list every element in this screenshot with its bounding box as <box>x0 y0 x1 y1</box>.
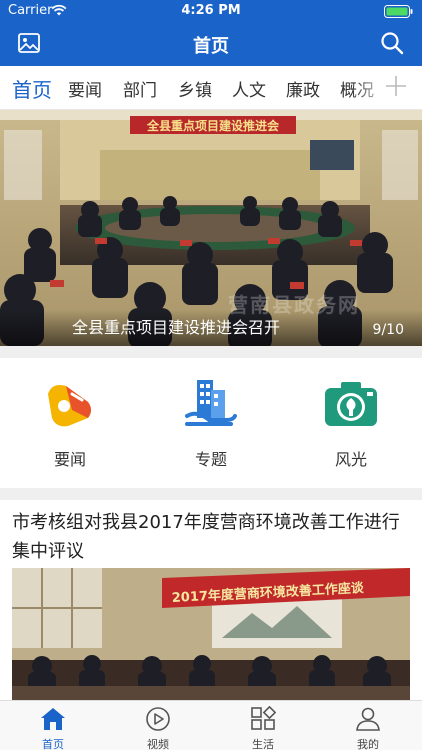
battery-icon <box>384 5 413 18</box>
news-article-card[interactable]: 市考核组对我县2017年度营商环境改善工作进行集中评议 2017年度营商环境改善… <box>0 500 422 700</box>
tabbar-life[interactable]: 生活 <box>223 705 303 750</box>
tab-culture[interactable]: 人文 <box>232 76 266 101</box>
quick-link-topics-label: 专题 <box>194 450 227 469</box>
search-icon[interactable] <box>380 31 404 55</box>
tabbar-video[interactable]: 视频 <box>118 705 198 750</box>
status-time: 4:26 PM <box>181 3 241 18</box>
quick-link-news-label: 要闻 <box>53 450 86 469</box>
quick-links: 要闻 专题 风光 <box>0 358 422 488</box>
article-thumbnail[interactable]: 2017年度营商环境改善工作座谈 <box>12 568 410 700</box>
header: Carrier 4:26 PM 首页 <box>0 0 422 66</box>
tab-integrity[interactable]: 廉政 <box>286 76 320 101</box>
tabbar-life-label: 生活 <box>252 738 274 750</box>
tabbar-home-label: 首页 <box>42 738 64 750</box>
section-divider <box>0 488 422 500</box>
banner-caption: 全县重点项目建设推进会召开 <box>72 318 281 337</box>
tabbar-mine[interactable]: 我的 <box>328 705 408 750</box>
article-headline[interactable]: 市考核组对我县2017年度营商环境改善工作进行集中评议 <box>12 508 414 566</box>
banner-sign-text: 全县重点项目建设推进会 <box>146 118 280 133</box>
banner-counter: 9/10 <box>372 322 404 338</box>
home-icon <box>41 708 65 730</box>
category-tabs: 首页 要闻 部门 乡镇 人文 廉政 概况 <box>0 66 422 110</box>
quick-link-news[interactable]: 要闻 <box>20 376 120 476</box>
quick-link-scenery-label: 风光 <box>334 450 367 469</box>
news-icon <box>48 385 91 427</box>
section-divider <box>0 346 422 358</box>
scenery-camera-icon <box>325 382 377 426</box>
status-bar: Carrier 4:26 PM <box>0 0 422 22</box>
add-channel-icon[interactable] <box>384 74 408 98</box>
page-title: 首页 <box>193 36 229 57</box>
play-icon <box>146 707 170 731</box>
article-photo-text: 2017年度营商环境改善工作座谈 <box>171 580 365 606</box>
quick-link-topics[interactable]: 专题 <box>161 376 261 476</box>
tabbar-home[interactable]: 首页 <box>13 705 93 750</box>
tab-news[interactable]: 要闻 <box>68 76 102 101</box>
tab-departments[interactable]: 部门 <box>123 76 157 101</box>
banner-carousel[interactable]: 全县重点项目建设推进会 营南县政务网 全县重点项目建设推进会召开 9/10 <box>0 110 422 346</box>
topic-icon <box>185 380 237 426</box>
article-photo-banner-text: 2017年度营商环境改善工作座谈 <box>171 580 365 606</box>
bottom-tab-bar: 首页 视频 生活 我的 <box>0 700 422 750</box>
tab-home[interactable]: 首页 <box>12 74 52 103</box>
tab-towns[interactable]: 乡镇 <box>178 76 212 101</box>
nav-bar: 首页 <box>0 22 422 66</box>
user-icon <box>356 707 380 731</box>
tabbar-video-label: 视频 <box>147 738 169 750</box>
grid-icon <box>251 706 276 730</box>
tabbar-mine-label: 我的 <box>357 738 379 750</box>
quick-link-scenery[interactable]: 风光 <box>301 376 401 476</box>
